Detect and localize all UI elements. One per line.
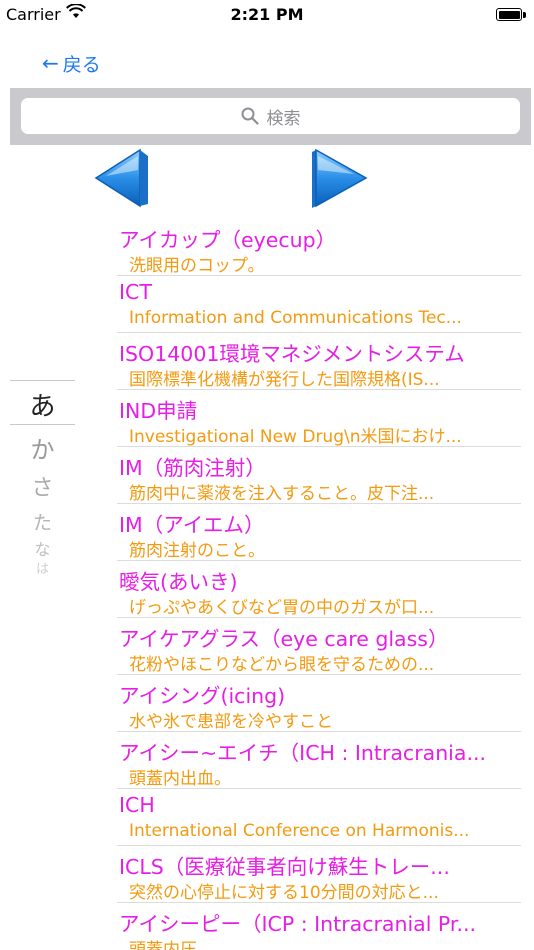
entry-description: Information and Communications Tec... <box>129 308 462 328</box>
entry-title: IM（筋肉注射） <box>119 456 266 480</box>
triangle-right-icon <box>312 148 368 208</box>
list-item[interactable]: アイケアグラス（eye care glass） 花粉やほこりなどから眼を守るため… <box>117 618 521 675</box>
index-item-na[interactable]: な <box>10 536 75 560</box>
triangle-left-icon <box>94 148 148 208</box>
entry-title: 曖気(あいき) <box>119 570 238 594</box>
next-page-button[interactable] <box>310 148 374 210</box>
entry-title: アイシー~エイチ（ICH : Intracrania... <box>119 741 486 765</box>
entry-title: ICLS（医療従事者向け蘇生トレー... <box>119 855 450 879</box>
entry-title: IM（アイエム） <box>119 513 265 537</box>
entry-description: 突然の心停止に対する10分間の対応と... <box>129 883 439 903</box>
list-item[interactable]: ISO14001環境マネジメントシステム 国際標準化機構が発行した国際規格(IS… <box>117 333 521 390</box>
entry-title: ICT <box>119 280 152 304</box>
entry-description: 頭蓋内出血。 <box>129 769 231 789</box>
entry-description: Investigational New Drug\n米国におけ... <box>129 427 462 447</box>
entry-title: アイカップ（eyecup） <box>119 228 337 252</box>
search-placeholder: 検索 <box>266 108 301 129</box>
entry-description: 水や氷で患部を冷やすこと <box>129 712 333 732</box>
battery-icon <box>496 8 522 21</box>
index-item-ka[interactable]: か <box>10 430 75 465</box>
index-item-a[interactable]: あ <box>10 386 75 423</box>
entry-description: 国際標準化機構が発行した国際規格(IS... <box>129 370 440 390</box>
list-item[interactable]: 曖気(あいき) げっぷやあくびなど胃の中のガスが口... <box>117 561 521 618</box>
list-item[interactable]: IM（アイエム） 筋肉注射のこと。 <box>117 504 521 561</box>
entry-description: 洗眼用のコップ。 <box>129 256 265 276</box>
entry-description: 筋肉中に薬液を注入すること。皮下注... <box>129 484 435 504</box>
list-item[interactable]: アイシング(icing) 水や氷で患部を冷やすこと <box>117 675 521 732</box>
list-item[interactable]: ICLS（医療従事者向け蘇生トレー... 突然の心停止に対する10分間の対応と.… <box>117 846 521 903</box>
left-arrow-icon: ← <box>42 51 59 75</box>
search-bar: 検索 <box>10 88 531 145</box>
clock: 2:21 PM <box>230 5 304 24</box>
entry-description: 頭蓋内圧 <box>129 940 197 950</box>
entry-title: ISO14001環境マネジメントシステム <box>119 342 465 366</box>
search-icon <box>241 107 259 125</box>
entry-description: International Conference on Harmonis... <box>129 821 470 841</box>
list-item[interactable]: アイカップ（eyecup） 洗眼用のコップ。 <box>117 219 521 276</box>
entry-title: アイシング(icing) <box>119 684 286 708</box>
list-item[interactable]: ICH International Conference on Harmonis… <box>117 789 521 846</box>
battery-tip <box>523 12 526 18</box>
index-sidebar: あ か さ た な は <box>10 380 75 580</box>
index-divider <box>10 380 75 381</box>
entry-title: IND申請 <box>119 399 198 423</box>
back-label: 戻る <box>62 53 101 76</box>
list-item[interactable]: IM（筋肉注射） 筋肉中に薬液を注入すること。皮下注... <box>117 447 521 504</box>
index-divider <box>10 424 75 425</box>
index-item-sa[interactable]: さ <box>10 470 75 502</box>
list-item[interactable]: ICT Information and Communications Tec..… <box>117 276 521 333</box>
status-bar: Carrier 2:21 PM <box>0 0 534 30</box>
back-button[interactable]: ← 戻る <box>42 48 101 78</box>
entry-title: アイケアグラス（eye care glass） <box>119 627 449 651</box>
search-input[interactable]: 検索 <box>21 98 520 134</box>
previous-page-button[interactable] <box>92 148 156 210</box>
entry-title: ICH <box>119 793 155 817</box>
entry-description: 筋肉注射のこと。 <box>129 541 265 561</box>
entry-description: げっぷやあくびなど胃の中のガスが口... <box>129 598 435 618</box>
entry-description: 花粉やほこりなどから眼を守るための... <box>129 655 435 675</box>
word-list: アイカップ（eyecup） 洗眼用のコップ。 ICT Information a… <box>117 219 521 950</box>
list-item[interactable]: IND申請 Investigational New Drug\n米国におけ... <box>117 390 521 447</box>
index-item-ha[interactable]: は <box>10 558 75 577</box>
list-item[interactable]: アイシー~エイチ（ICH : Intracrania... 頭蓋内出血。 <box>117 732 521 789</box>
list-item[interactable]: アイシーピー（ICP : Intracranial Pr... 頭蓋内圧 <box>117 903 521 950</box>
entry-title: アイシーピー（ICP : Intracranial Pr... <box>119 912 477 936</box>
index-item-ta[interactable]: た <box>10 508 75 535</box>
